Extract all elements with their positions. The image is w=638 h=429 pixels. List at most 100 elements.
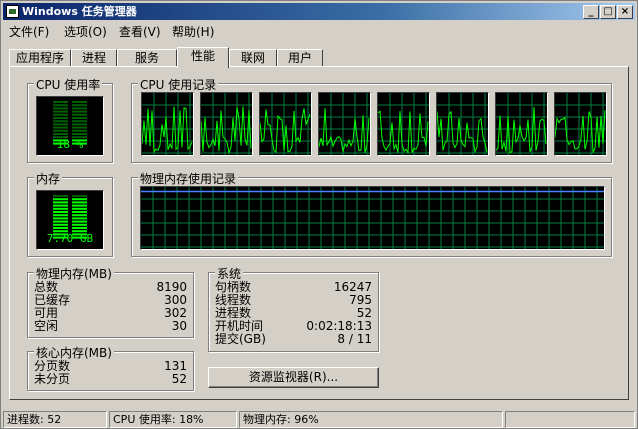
task-manager-window: Windows 任务管理器 _ □ × 文件(F) 选项(O) 查看(V) 帮助…: [0, 0, 638, 429]
stat-key: 未分页: [34, 372, 71, 386]
meter-segment: [72, 220, 87, 223]
resource-monitor-button[interactable]: 资源监视器(R)...: [208, 367, 379, 388]
cpu-core-graph: [554, 92, 607, 156]
cpu-core-graph: [436, 92, 489, 156]
meter-segment: [72, 195, 87, 197]
memory-history-graph: [140, 186, 605, 250]
cpu-core-plot: [260, 93, 311, 155]
meter-segment: [53, 110, 68, 113]
cpu-core-graph: [200, 92, 253, 156]
performance-panel: CPU 使用率 18 % CPU 使用记录 内存 7.70 GB 物理内存使用记…: [9, 66, 629, 400]
cpu-core-plot: [437, 93, 488, 155]
status-processes: 进程数: 52: [3, 411, 107, 428]
menu-options[interactable]: 选项(O): [64, 23, 107, 40]
meter-segment: [53, 113, 68, 116]
meter-segment: [72, 129, 87, 132]
stat-key: 空闲: [34, 319, 59, 333]
cpu-core-plot: [319, 93, 370, 155]
meter-segment: [53, 198, 68, 201]
meter-segment: [53, 223, 68, 226]
meter-segment: [72, 133, 87, 135]
cpu-core-plot: [496, 93, 547, 155]
tab-processes[interactable]: 进程: [71, 49, 117, 67]
meter-segment: [72, 120, 87, 123]
meter-segment: [53, 117, 68, 119]
meter-segment: [53, 204, 68, 207]
meter-segment: [72, 113, 87, 116]
menu-help[interactable]: 帮助(H): [172, 23, 214, 40]
memory-history-label: 物理内存使用记录: [138, 170, 239, 187]
stat-value: 8 / 11: [337, 332, 372, 346]
memory-value: 7.70 GB: [46, 232, 94, 245]
meter-segment: [53, 133, 68, 135]
window-title: Windows 任务管理器: [22, 5, 137, 18]
meter-segment: [72, 117, 87, 119]
tab-performance[interactable]: 性能: [177, 47, 229, 68]
cpu-usage-line: [437, 110, 488, 154]
stat-key: 提交(GB): [215, 332, 266, 346]
memory-history-group: 物理内存使用记录: [131, 170, 612, 257]
meter-segment: [53, 126, 68, 129]
cpu-usage-value: 18 %: [56, 138, 84, 151]
meter-segment: [72, 223, 87, 226]
status-cpu: CPU 使用率: 18%: [109, 411, 237, 428]
meter-segment: [53, 101, 68, 103]
tab-users[interactable]: 用户: [277, 49, 323, 67]
tab-strip: 应用程序 进程 服务 性能 联网 用户: [9, 47, 629, 68]
meter-segment: [72, 207, 87, 210]
status-memory: 物理内存: 96%: [239, 411, 503, 428]
meter-segment: [53, 214, 68, 217]
stat-value: 52: [171, 372, 187, 386]
tab-applications[interactable]: 应用程序: [9, 49, 71, 67]
meter-segment: [72, 227, 87, 229]
cpu-usage-meter: 18 %: [36, 96, 104, 156]
cpu-core-plot: [201, 93, 252, 155]
memory-history-plot: [141, 187, 604, 249]
memory-group: 内存 7.70 GB: [27, 170, 113, 257]
cpu-core-plot: [142, 93, 193, 155]
cpu-usage-line: [496, 107, 547, 154]
tab-networking[interactable]: 联网: [229, 49, 277, 67]
cpu-core-graph: [141, 92, 194, 156]
kernel-memory-group: 核心内存(MB) 分页数 131 未分页 52: [27, 344, 194, 391]
cpu-history-label: CPU 使用记录: [138, 76, 219, 93]
cpu-usage-line: [319, 108, 370, 153]
cpu-core-graph: [259, 92, 312, 156]
maximize-button[interactable]: □: [600, 5, 616, 19]
meter-segment: [53, 104, 68, 107]
system-group: 系统 句柄数 16247 线程数 795 进程数 52 开机时间 0:02:18:13 …: [208, 265, 379, 352]
meter-segment: [72, 201, 87, 204]
cpu-core-graph: [495, 92, 548, 156]
cpu-core-plot: [378, 93, 429, 155]
menu-bar: 文件(F) 选项(O) 查看(V) 帮助(H): [3, 21, 635, 39]
meter-segment: [53, 201, 68, 204]
menu-view[interactable]: 查看(V): [119, 23, 161, 40]
status-spare: [505, 411, 635, 428]
close-button[interactable]: ×: [617, 5, 633, 19]
meter-segment: [72, 217, 87, 220]
meter-segment: [53, 220, 68, 223]
stat-value: 30: [171, 319, 187, 333]
stat-row-nonpaged: 未分页 52: [34, 373, 187, 386]
cpu-usage-label: CPU 使用率: [34, 76, 103, 93]
meter-segment: [72, 101, 87, 103]
minimize-button[interactable]: _: [583, 5, 599, 19]
cpu-core-graph: [377, 92, 430, 156]
meter-segment: [53, 227, 68, 229]
meter-segment: [53, 123, 68, 126]
meter-segment: [72, 107, 87, 110]
title-bar[interactable]: Windows 任务管理器 _ □ ×: [3, 3, 635, 20]
cpu-history-group: CPU 使用记录: [131, 76, 612, 163]
meter-segment: [53, 211, 68, 213]
cpu-usage-line: [260, 108, 311, 154]
meter-segment: [53, 129, 68, 132]
menu-file[interactable]: 文件(F): [9, 23, 49, 40]
cpu-core-graph: [318, 92, 371, 156]
cpu-core-plot: [555, 93, 606, 155]
stat-row-commit: 提交(GB) 8 / 11: [215, 333, 372, 346]
tab-services[interactable]: 服务: [117, 49, 177, 67]
meter-segment: [53, 107, 68, 110]
app-icon: [6, 5, 19, 18]
meter-segment: [53, 195, 68, 197]
meter-segment: [72, 211, 87, 213]
